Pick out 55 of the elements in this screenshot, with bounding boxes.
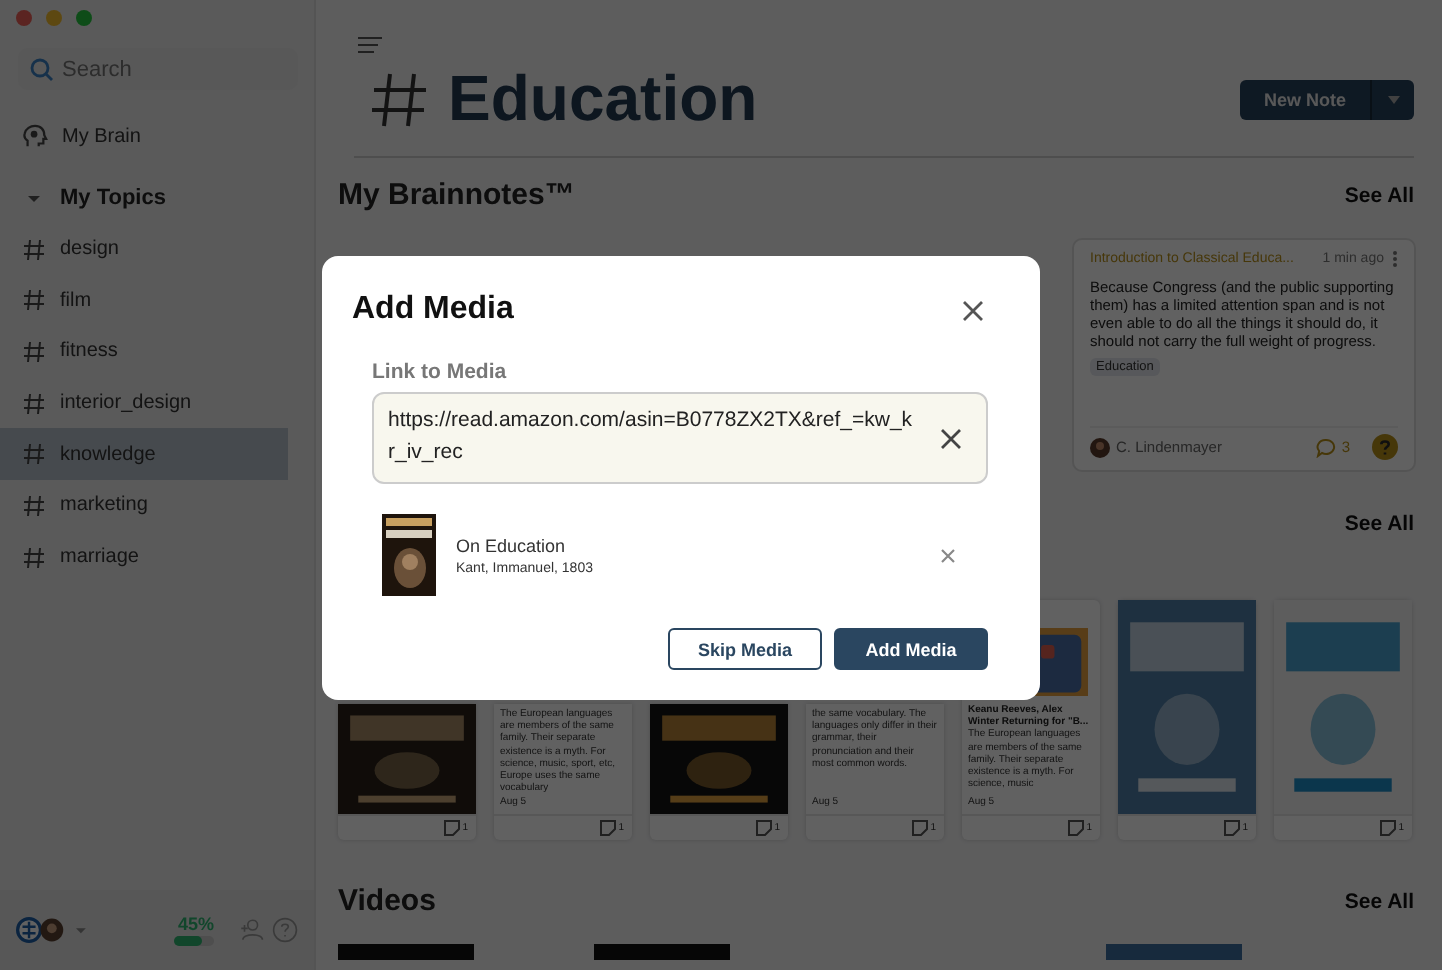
note-icon [756, 820, 773, 836]
caret-icon [26, 190, 42, 207]
zoom-window-icon[interactable] [76, 10, 92, 26]
topic-item[interactable]: knowledge [0, 428, 288, 481]
storage-percent: 45% [177, 914, 214, 934]
hash-icon [22, 339, 46, 364]
hash-icon [22, 288, 46, 313]
video-thumbnail[interactable] [594, 944, 730, 960]
caret-icon [1387, 95, 1399, 103]
link-input-field[interactable]: https://read.amazon.com/asin=B0778ZX2TX&ref_=kw_kr_iv_rec [372, 392, 988, 484]
hash-icon [22, 442, 46, 467]
note-card[interactable] [1072, 238, 1416, 472]
avatars-icon[interactable] [16, 914, 69, 946]
video-thumbnail[interactable] [338, 944, 474, 960]
add-media-button[interactable]: Add Media [834, 628, 988, 670]
hash-icon [22, 493, 46, 518]
skip-media-button[interactable]: Skip Media [668, 628, 822, 670]
dialog-title: Add Media [352, 292, 514, 328]
add-user-icon[interactable] [237, 914, 264, 946]
hash-icon [22, 237, 46, 262]
head-icon [22, 124, 48, 151]
close-window-icon[interactable] [16, 10, 32, 26]
remove-icon[interactable] [940, 547, 956, 563]
section-title: Videos [338, 884, 436, 918]
page-title: Education [448, 62, 758, 136]
search-icon [30, 58, 54, 82]
see-all-link[interactable]: See All [1344, 512, 1414, 536]
note-icon [912, 820, 929, 836]
close-icon[interactable] [962, 299, 984, 321]
note-icon [1224, 820, 1241, 836]
see-all-link[interactable]: See All [1344, 889, 1414, 913]
more-icon[interactable] [1392, 250, 1398, 268]
caret-icon[interactable] [76, 924, 86, 936]
new-note-button[interactable]: New Note [1239, 79, 1370, 119]
hash-icon [22, 391, 46, 416]
hash-icon [370, 69, 430, 129]
media-title: On Education [456, 535, 568, 555]
video-thumbnail[interactable] [1106, 944, 1242, 960]
field-label: Link to Media [372, 360, 509, 384]
clear-icon[interactable] [940, 427, 962, 449]
see-all-link[interactable]: See All [1344, 183, 1414, 207]
menu-icon[interactable] [358, 36, 382, 54]
help-icon[interactable] [271, 914, 299, 946]
note-icon [1380, 820, 1397, 836]
minimize-window-icon[interactable] [46, 10, 62, 26]
comment-icon[interactable] [1315, 437, 1336, 457]
note-icon [1068, 820, 1085, 836]
note-icon [444, 820, 461, 836]
hash-icon [22, 545, 46, 570]
note-icon [600, 820, 617, 836]
section-title: My Brainnotes™ [338, 178, 575, 212]
avatar-icon [1090, 437, 1110, 457]
topics-header[interactable]: My Topics [0, 173, 314, 224]
help-icon[interactable] [1372, 434, 1398, 460]
dropdown-button[interactable] [1370, 79, 1414, 119]
